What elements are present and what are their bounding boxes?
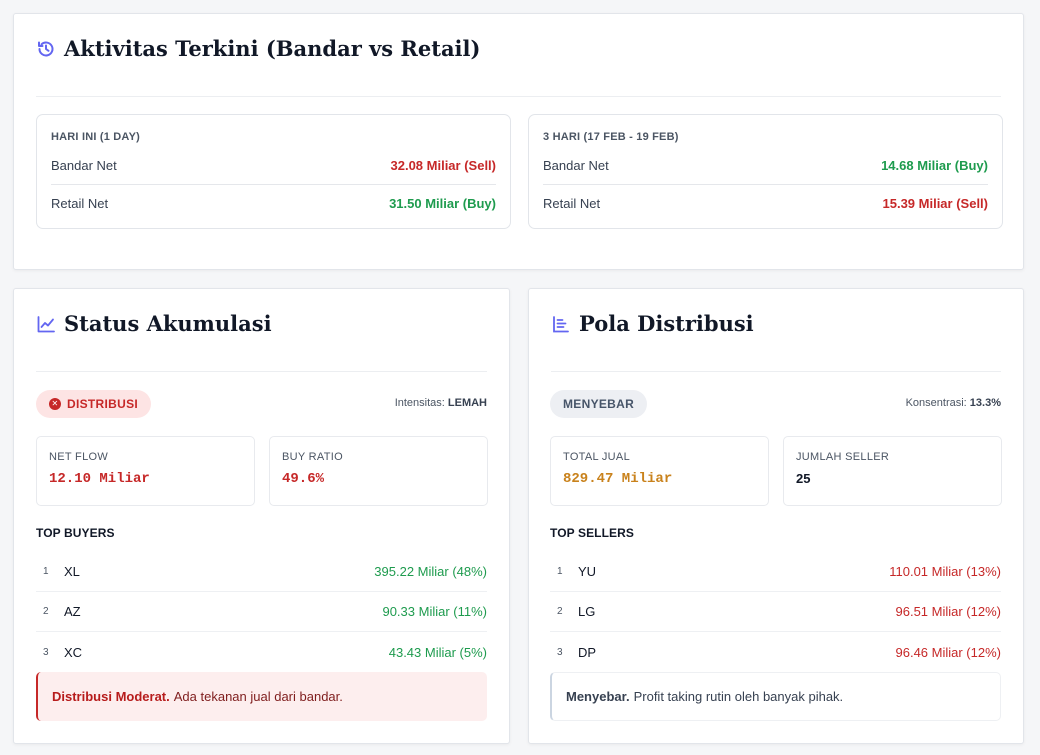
net-flow-stat: NET FLOW 12.10 Miliar — [36, 436, 255, 506]
broker-code: XL — [64, 564, 80, 579]
bandar-net-row: Bandar Net 32.08 Miliar (Sell) — [51, 147, 496, 184]
buy-ratio-stat: BUY RATIO 49.6% — [269, 436, 488, 506]
list-item[interactable]: 2 LG 96.51 Miliar (12%) — [550, 592, 1001, 632]
net-label: Retail Net — [51, 195, 109, 211]
list-item[interactable]: 1 XL 395.22 Miliar (48%) — [36, 552, 487, 592]
intensity-value: LEMAH — [447, 397, 487, 409]
activity-title: Aktivitas Terkini (Bandar vs Retail) — [36, 36, 480, 61]
intensity-label: Intensitas: — [394, 397, 445, 409]
trend-chart-icon — [37, 315, 55, 332]
list-item[interactable]: 3 XC 43.43 Miliar (5%) — [36, 632, 487, 672]
accumulation-title: Status Akumulasi — [36, 311, 272, 336]
note-text: Profit taking rutin oleh banyak pihak. — [633, 689, 844, 704]
x-circle-icon: ✕ — [49, 398, 61, 410]
stat-value: 49.6% — [282, 471, 325, 487]
net-value: 15.39 Miliar (Sell) — [882, 195, 989, 211]
net-label: Bandar Net — [543, 158, 609, 173]
stat-label: BUY RATIO — [282, 451, 343, 463]
pattern-badge-label: MENYEBAR — [563, 397, 635, 411]
period-today: HARI INI (1 DAY) Bandar Net 32.08 Miliar… — [36, 114, 511, 229]
status-badge-label: DISTRIBUSI — [67, 397, 139, 411]
concentration-value: 13.3% — [969, 397, 1001, 409]
period-label: HARI INI (1 DAY) — [51, 131, 140, 143]
period-3day: 3 HARI (17 FEB - 19 FEB) Bandar Net 14.6… — [528, 114, 1003, 229]
period-label: 3 HARI (17 FEB - 19 FEB) — [543, 131, 679, 143]
broker-value: 110.01 Miliar (13%) — [889, 564, 1001, 579]
broker-code: XC — [64, 644, 83, 660]
accumulation-card: Status Akumulasi ✕ DISTRIBUSI Intensitas… — [13, 288, 510, 744]
rank-number: 1 — [43, 566, 49, 577]
rank-number: 3 — [43, 646, 49, 658]
broker-code: LG — [578, 604, 596, 619]
net-label: Bandar Net — [51, 158, 117, 173]
retail-net-row: Retail Net 15.39 Miliar (Sell) — [543, 184, 988, 221]
broker-value: 96.51 Miliar (12%) — [895, 604, 1002, 619]
bandar-net-row: Bandar Net 14.68 Miliar (Buy) — [543, 147, 988, 184]
concentration-label: Konsentrasi: — [905, 397, 967, 409]
stat-value: 25 — [796, 471, 811, 486]
net-value: 14.68 Miliar (Buy) — [881, 158, 988, 173]
history-icon — [38, 41, 54, 56]
list-item[interactable]: 2 AZ 90.33 Miliar (11%) — [36, 592, 487, 632]
list-item[interactable]: 1 YU 110.01 Miliar (13%) — [550, 552, 1001, 592]
net-label: Retail Net — [543, 195, 601, 211]
rank-number: 2 — [557, 606, 563, 617]
stat-label: NET FLOW — [49, 451, 109, 463]
rank-number: 2 — [43, 606, 49, 617]
stat-label: JUMLAH SELLER — [796, 451, 890, 463]
top-buyers-list: 1 XL 395.22 Miliar (48%) 2 AZ 90.33 Mili… — [36, 552, 487, 672]
activity-title-text: Aktivitas Terkini (Bandar vs Retail) — [64, 36, 481, 61]
stat-value: 12.10 Miliar — [49, 471, 150, 487]
broker-value: 96.46 Miliar (12%) — [895, 644, 1002, 660]
note-text: Ada tekanan jual dari bandar. — [173, 689, 343, 704]
divider — [36, 96, 1001, 97]
rank-number: 3 — [557, 646, 563, 658]
distribution-title-text: Pola Distribusi — [579, 311, 754, 336]
rank-number: 1 — [557, 566, 563, 577]
stat-label: TOTAL JUAL — [563, 451, 630, 463]
stat-value: 829.47 Miliar — [563, 471, 673, 487]
concentration-meta: Konsentrasi: 13.3% — [906, 397, 1001, 409]
net-value: 32.08 Miliar (Sell) — [390, 158, 497, 173]
activity-card: Aktivitas Terkini (Bandar vs Retail) HAR… — [13, 13, 1024, 270]
status-badge: ✕ DISTRIBUSI — [36, 390, 152, 418]
broker-code: YU — [578, 564, 597, 579]
broker-value: 43.43 Miliar (5%) — [388, 644, 487, 660]
total-jual-stat: TOTAL JUAL 829.47 Miliar — [550, 436, 769, 506]
broker-code: AZ — [64, 604, 81, 619]
pattern-badge: MENYEBAR — [550, 390, 648, 418]
note-bold: Menyebar. — [566, 689, 630, 704]
accumulation-title-text: Status Akumulasi — [64, 311, 272, 336]
accumulation-note: Distribusi Moderat. Ada tekanan jual dar… — [36, 672, 487, 721]
jumlah-seller-stat: JUMLAH SELLER 25 — [783, 436, 1002, 506]
broker-value: 90.33 Miliar (11%) — [382, 604, 487, 619]
top-sellers-heading: TOP SELLERS — [550, 526, 635, 540]
broker-value: 395.22 Miliar (48%) — [374, 564, 487, 579]
top-sellers-list: 1 YU 110.01 Miliar (13%) 2 LG 96.51 Mili… — [550, 552, 1001, 672]
list-item[interactable]: 3 DP 96.46 Miliar (12%) — [550, 632, 1001, 672]
divider — [551, 371, 1001, 372]
net-value: 31.50 Miliar (Buy) — [389, 195, 496, 211]
intensity-meta: Intensitas: LEMAH — [395, 397, 487, 409]
retail-net-row: Retail Net 31.50 Miliar (Buy) — [51, 184, 496, 221]
note-bold: Distribusi Moderat. — [52, 689, 170, 704]
broker-code: DP — [578, 644, 597, 660]
distribution-title: Pola Distribusi — [551, 311, 754, 336]
bar-list-icon — [553, 315, 569, 332]
distribution-note: Menyebar. Profit taking rutin oleh banya… — [550, 672, 1001, 721]
distribution-card: Pola Distribusi MENYEBAR Konsentrasi: 13… — [528, 288, 1024, 744]
divider — [36, 371, 487, 372]
top-buyers-heading: TOP BUYERS — [36, 526, 115, 540]
